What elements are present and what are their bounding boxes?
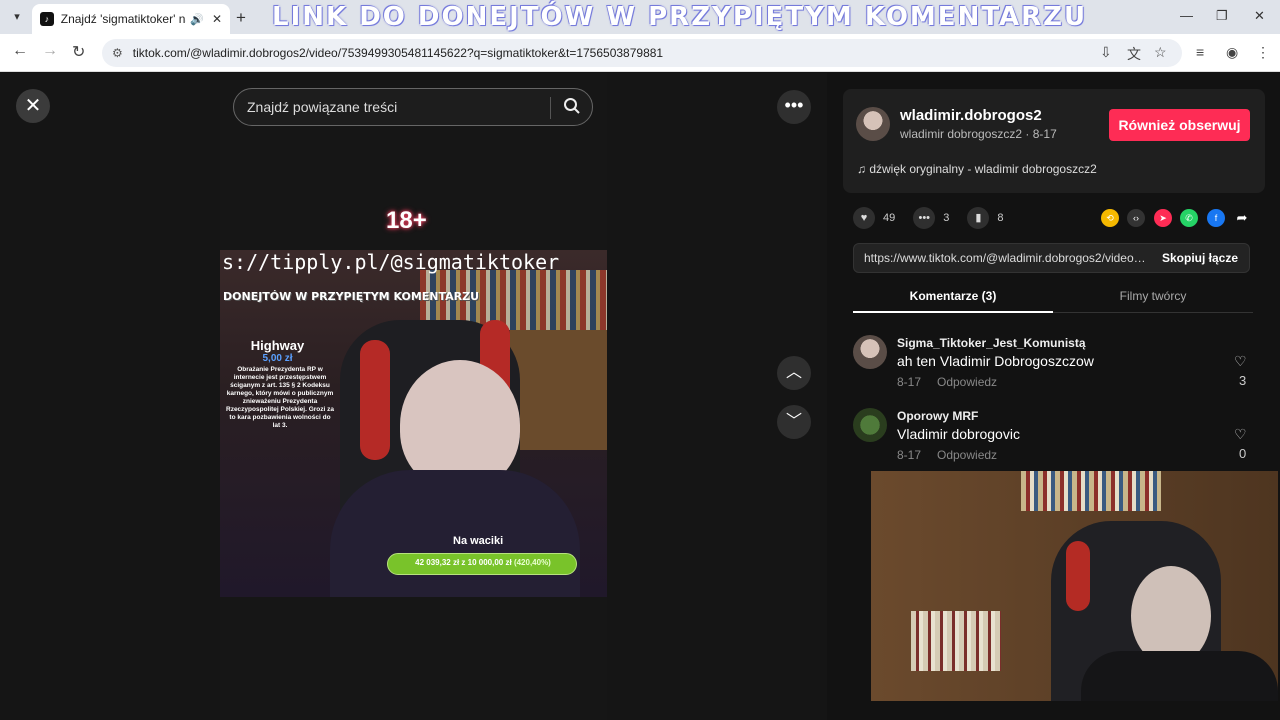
age-restriction-badge: 18+ — [386, 207, 427, 234]
whatsapp-icon[interactable]: ✆ — [1180, 209, 1198, 227]
comment-count: 3 — [943, 212, 950, 224]
share-arrow-icon[interactable]: ➦ — [1233, 209, 1251, 227]
commenter-avatar[interactable] — [853, 408, 887, 442]
embed-icon[interactable]: ‹› — [1127, 209, 1145, 227]
close-video-button[interactable]: ✕ — [16, 89, 50, 123]
tab-creator-videos[interactable]: Filmy twórcy — [1053, 289, 1253, 303]
webcam-chair-accent — [1066, 541, 1090, 611]
author-subtitle: wladimir dobrogoszcz2 · 8-17 — [900, 127, 1057, 141]
address-bar[interactable]: ⚙ tiktok.com/@wladimir.dobrogos2/video/7… — [102, 39, 1182, 67]
overlay-banner: LINK DO DONEJTÓW W PRZYPIĘTYM KOMENTARZU — [272, 2, 1088, 32]
window-close-icon[interactable]: ✕ — [1254, 8, 1265, 24]
back-icon[interactable]: ← — [12, 42, 28, 60]
search-divider — [550, 97, 551, 119]
like-count: 49 — [883, 212, 896, 224]
webcam-bookshelf — [1021, 471, 1161, 511]
comment-text: ah ten Vladimir Dobrogoszczow — [897, 353, 1094, 369]
overlay-donation-url: s://tipply.pl/@sigmatiktoker — [222, 250, 560, 274]
bookmark-icon[interactable]: ▮ — [967, 207, 990, 229]
comment-like-count: 0 — [1239, 446, 1247, 461]
tab-search-dropdown-icon[interactable]: ▾ — [8, 8, 26, 26]
menu-icon[interactable]: ⋮ — [1256, 44, 1270, 61]
tab-close-icon[interactable]: ✕ — [212, 12, 222, 26]
related-search-box[interactable]: Znajdź powiązane treści — [233, 88, 593, 126]
media-control-icon[interactable]: ≡ — [1196, 44, 1204, 60]
new-tab-icon[interactable]: + — [236, 8, 246, 28]
tiktok-favicon-icon: ♪ — [40, 12, 54, 26]
tab-audio-icon[interactable]: 🔊 — [190, 13, 204, 26]
reload-icon[interactable]: ↻ — [72, 42, 85, 62]
video-stats: ♥ 49 ••• 3 ▮ 8 — [853, 207, 1022, 229]
donation-goal-label: 42 039,32 zł z 10 000,00 zł (420,40%) — [415, 558, 551, 567]
sound-link[interactable]: ♫ dźwięk oryginalny - wladimir dobrogosz… — [857, 162, 1097, 176]
webcam-overlay — [871, 471, 1278, 701]
tab-underline — [853, 311, 1053, 313]
browser-toolbar: ← → ↻ ⚙ tiktok.com/@wladimir.dobrogos2/v… — [0, 34, 1280, 72]
comment-like-count: 3 — [1239, 373, 1247, 388]
more-options-button[interactable]: ••• — [777, 90, 811, 124]
video-link-box: https://www.tiktok.com/@wladimir.dobrogo… — [853, 243, 1250, 273]
comment-date: 8-17 — [897, 448, 922, 462]
person-body — [330, 470, 580, 597]
webcam-person-shirt — [1081, 651, 1278, 701]
forward-icon[interactable]: → — [42, 42, 58, 60]
copy-link-button[interactable]: Skopiuj łącze — [1162, 251, 1238, 265]
maximize-icon[interactable]: ❐ — [1216, 8, 1228, 24]
browser-titlebar: ▾ ♪ Znajdź 'sigmatiktoker' na TikTok 🔊 ✕… — [0, 0, 1280, 34]
donation-alert-message: Obrażanie Prezydenta RP w internecie jes… — [226, 366, 335, 429]
like-icon[interactable]: ♥ — [853, 207, 875, 229]
cabinet — [510, 330, 607, 450]
overlay-donation-text: DONEJTÓW W PRZYPIĘTYM KOMENTARZU — [223, 290, 480, 303]
commenter-name[interactable]: Oporowy MRF — [897, 409, 978, 423]
comment-like-icon[interactable]: ♡ — [1234, 353, 1247, 370]
tab-comments[interactable]: Komentarze (3) — [853, 289, 1053, 303]
send-icon[interactable]: ➤ — [1154, 209, 1172, 227]
facebook-icon[interactable]: f — [1207, 209, 1225, 227]
video-link-url[interactable]: https://www.tiktok.com/@wladimir.dobrogo… — [864, 251, 1146, 265]
panel-tabs: Komentarze (3) Filmy twórcy — [853, 279, 1253, 313]
next-video-button[interactable]: ﹀ — [777, 405, 811, 439]
donation-goal-bar: 42 039,32 zł z 10 000,00 zł (420,40%) — [387, 553, 577, 575]
chair-accent — [360, 340, 390, 460]
author-username[interactable]: wladimir.dobrogos2 — [900, 107, 1042, 124]
comment-like-icon[interactable]: ♡ — [1234, 426, 1247, 443]
browser-tab-active[interactable]: ♪ Znajdź 'sigmatiktoker' na TikTok 🔊 ✕ — [32, 4, 230, 34]
reply-button[interactable]: Odpowiedz — [937, 375, 997, 389]
profile-icon[interactable]: ◉ — [1226, 44, 1238, 61]
repost-icon[interactable]: ⟲ — [1101, 209, 1119, 227]
address-url: tiktok.com/@wladimir.dobrogos2/video/753… — [132, 46, 664, 60]
author-avatar[interactable] — [856, 107, 890, 141]
tab-title: Znajdź 'sigmatiktoker' na TikTok — [60, 12, 187, 26]
donation-goal-title: Na waciki — [453, 535, 504, 547]
previous-video-button[interactable]: ︿ — [777, 356, 811, 390]
site-info-icon[interactable]: ⚙ — [112, 46, 123, 60]
webcam-bookshelf — [911, 611, 1001, 671]
comment-icon[interactable]: ••• — [913, 207, 936, 229]
related-search-placeholder: Znajdź powiązane treści — [247, 99, 398, 115]
video-frame: s://tipply.pl/@sigmatiktoker DONEJTÓW W … — [220, 250, 607, 597]
install-app-icon[interactable]: ⇩ — [1100, 44, 1112, 61]
commenter-name[interactable]: Sigma_Tiktoker_Jest_Komunistą — [897, 336, 1086, 350]
search-icon[interactable] — [562, 96, 582, 116]
donation-alert-title: Highway — [250, 338, 305, 353]
comment-date: 8-17 — [897, 375, 922, 389]
comment-text: Vladimir dobrogovic — [897, 426, 1020, 442]
minimize-icon[interactable]: — — [1180, 8, 1193, 23]
sound-label: dźwięk oryginalny - wladimir dobrogoszcz… — [869, 162, 1097, 176]
follow-button[interactable]: Również obserwuj — [1109, 109, 1250, 141]
author-card: wladimir.dobrogos2 wladimir dobrogoszcz2… — [843, 89, 1265, 193]
bookmark-star-icon[interactable]: ☆ — [1154, 44, 1167, 61]
commenter-avatar[interactable] — [853, 335, 887, 369]
reply-button[interactable]: Odpowiedz — [937, 448, 997, 462]
save-count: 8 — [997, 212, 1004, 224]
translate-icon[interactable]: 文 — [1127, 44, 1141, 64]
donation-alert-amount: 5,00 zł — [262, 353, 293, 364]
